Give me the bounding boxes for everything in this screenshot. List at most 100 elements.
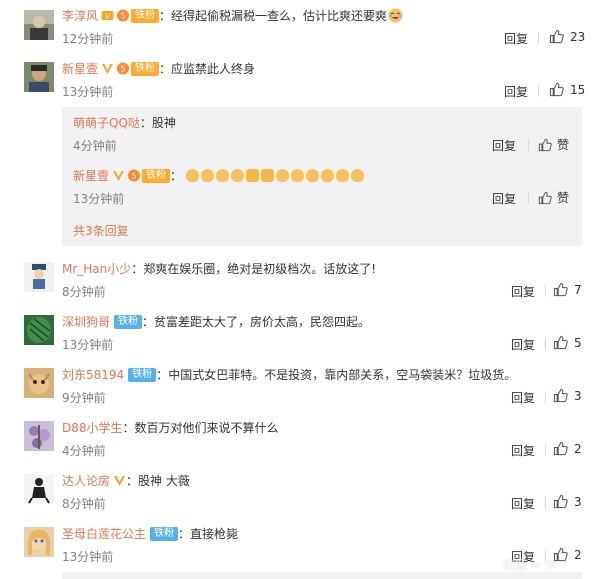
like-button[interactable]: 2	[553, 547, 582, 562]
like-count: 7	[574, 282, 582, 297]
ok-hand-emoji-icon	[291, 169, 305, 182]
like-button[interactable]: 23	[549, 29, 585, 44]
username[interactable]: 萌萌子QQ哒	[73, 114, 140, 131]
fan-badge: 铁粉	[131, 61, 160, 76]
verified-v-icon	[101, 62, 114, 75]
username[interactable]: 深圳狗哥	[62, 313, 110, 330]
like-button[interactable]: 3	[553, 494, 582, 509]
like-count: 5	[574, 335, 582, 350]
thumbs-up-icon	[553, 388, 568, 403]
ok-hand-emoji-icon	[276, 169, 290, 182]
thumbs-up-icon	[553, 494, 568, 509]
thumbs-up-emoji-icon	[261, 169, 275, 182]
divider	[538, 85, 539, 97]
avatar[interactable]	[24, 315, 54, 345]
like-button[interactable]: 2	[553, 441, 582, 456]
fan-badge: 铁粉	[142, 168, 171, 183]
svg-text:5: 5	[120, 65, 125, 74]
pray-emoji-icon	[321, 169, 335, 182]
sub-reply-item: 萌萌子QQ哒 ： 股神	[73, 114, 176, 131]
avatar[interactable]	[24, 421, 54, 451]
thumbs-up-icon	[549, 82, 564, 97]
verified-v-icon	[112, 169, 125, 182]
pray-emoji-icon	[336, 169, 350, 182]
pray-emoji-icon	[351, 169, 365, 182]
like-count: 2	[574, 441, 582, 456]
pray-emoji-icon	[186, 169, 200, 182]
comment-time: 4分钟前	[73, 139, 117, 153]
username[interactable]: 圣母白莲花公主	[62, 525, 146, 542]
divider	[528, 192, 529, 204]
vip-icon: V	[101, 9, 114, 22]
reply-button[interactable]: 回复	[504, 30, 528, 47]
username[interactable]: 刘东58194	[62, 366, 124, 383]
like-button[interactable]: 7	[553, 282, 582, 297]
reply-button[interactable]: 回复	[492, 137, 516, 154]
like-button[interactable]: 赞	[538, 136, 569, 153]
comment-text: 中国式女巴菲特。不是投资，靠内部关系，空马袋装米？垃圾货。	[168, 368, 517, 382]
reply-button[interactable]: 回复	[511, 442, 535, 459]
username[interactable]: 达人论房	[62, 472, 110, 489]
fan-badge: 铁粉	[128, 367, 157, 382]
level-icon: 5	[116, 9, 130, 22]
thumbs-up-icon	[538, 191, 552, 204]
avatar[interactable]	[24, 527, 54, 557]
watermark: 白鹿 ∞ 少	[503, 558, 557, 572]
username[interactable]: D88小学生	[62, 419, 123, 436]
reply-button[interactable]: 回复	[504, 83, 528, 100]
like-count: 15	[570, 82, 586, 97]
avatar[interactable]	[24, 10, 54, 40]
comment-text: 数百万对他们来说不算什么	[134, 421, 279, 435]
like-label: 赞	[557, 191, 570, 205]
comment-text: 应监禁此人终身	[171, 62, 256, 76]
username[interactable]: Mr_Han小少	[62, 260, 131, 277]
avatar[interactable]	[24, 62, 54, 92]
reply-button[interactable]: 回复	[492, 190, 516, 207]
fan-badge: 铁粉	[150, 526, 179, 541]
comment-time: 4分钟前	[62, 444, 106, 458]
comment-time: 13分钟前	[62, 338, 114, 352]
thumbs-up-icon	[538, 138, 552, 151]
reply-button[interactable]: 回复	[511, 495, 535, 512]
thumbs-up-icon	[549, 29, 564, 44]
username[interactable]: 新星壹	[62, 60, 98, 77]
divider	[528, 139, 529, 151]
avatar[interactable]	[24, 262, 54, 292]
thumbs-up-icon	[553, 282, 568, 297]
like-count: 3	[574, 388, 582, 403]
reply-button[interactable]: 回复	[511, 389, 535, 406]
thumbs-up-icon	[553, 441, 568, 456]
like-button[interactable]: 赞	[538, 189, 569, 206]
username[interactable]: 李淳风	[62, 7, 98, 24]
comment-text: 直接枪毙	[190, 527, 239, 541]
reply-button[interactable]: 回复	[511, 283, 535, 300]
reply-button[interactable]: 回复	[511, 336, 535, 353]
pray-emoji-icon	[216, 169, 230, 182]
fan-badge: 铁粉	[131, 8, 160, 23]
svg-text:5: 5	[131, 172, 136, 181]
thumbs-up-icon	[553, 335, 568, 350]
divider	[538, 32, 539, 44]
pray-emoji-icon	[201, 169, 215, 182]
comment-time: 13分钟前	[62, 85, 114, 99]
like-count: 23	[570, 29, 586, 44]
emoji-sequence	[186, 169, 366, 182]
like-button[interactable]: 15	[549, 82, 585, 97]
more-replies-link[interactable]: 共3条回复	[73, 222, 129, 239]
comment-time: 8分钟前	[62, 285, 106, 299]
username[interactable]: 新星壹	[73, 167, 109, 184]
avatar[interactable]	[24, 368, 54, 398]
sub-reply-item: 新星壹 5 铁粉 ：	[73, 167, 366, 184]
comment-time: 8分钟前	[62, 497, 106, 511]
divider	[545, 338, 546, 350]
comment-text: 经得起偷税漏税一查么，估计比爽还要爽	[171, 9, 388, 23]
like-button[interactable]: 5	[553, 335, 582, 350]
like-button[interactable]: 3	[553, 388, 582, 403]
laugh-cry-emoji-icon	[388, 8, 403, 23]
comment-text: 股神 大薇	[138, 474, 190, 488]
avatar[interactable]	[24, 474, 54, 504]
comment-text: 股神	[151, 116, 176, 130]
like-count: 3	[574, 494, 582, 509]
ok-hand-emoji-icon	[306, 169, 320, 182]
svg-text:5: 5	[120, 12, 125, 21]
